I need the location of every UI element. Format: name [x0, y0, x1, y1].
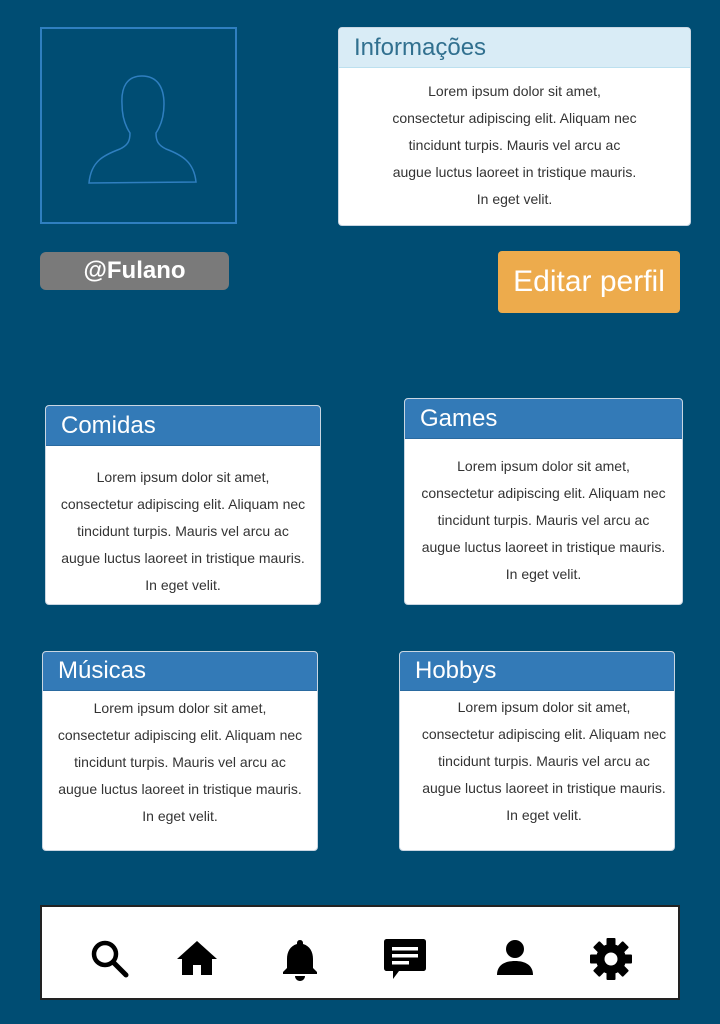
info-line: augue luctus laoreet in tristique mauris… — [392, 164, 637, 180]
panel-line: augue luctus laoreet in tristique mauris… — [58, 781, 302, 797]
bell-icon[interactable] — [278, 937, 322, 981]
panel-line: In eget velit. — [145, 577, 221, 593]
panel-line: consectetur adipiscing elit. Aliquam nec — [421, 726, 667, 742]
info-line: In eget velit. — [476, 191, 553, 207]
info-panel: Informações Lorem ipsum dolor sit amet, … — [338, 27, 691, 226]
info-line: Lorem ipsum dolor sit amet, — [428, 83, 601, 99]
panel-title: Comidas — [46, 406, 320, 446]
panel-line: Lorem ipsum dolor sit amet, — [457, 699, 631, 715]
panel-line: Lorem ipsum dolor sit amet, — [93, 700, 267, 716]
panel-line: consectetur adipiscing elit. Aliquam nec — [421, 485, 666, 501]
panel-hobbys: Hobbys Lorem ipsum dolor sit amet, conse… — [399, 651, 675, 851]
panel-line: tincidunt turpis. Mauris vel arcu ac — [77, 523, 289, 539]
panel-body: Lorem ipsum dolor sit amet, consectetur … — [43, 691, 317, 830]
panel-line: consectetur adipiscing elit. Aliquam nec — [60, 496, 306, 512]
bottom-nav-bar — [40, 905, 680, 1000]
panel-body: Lorem ipsum dolor sit amet, consectetur … — [405, 439, 682, 588]
info-panel-body: Lorem ipsum dolor sit amet, consectetur … — [339, 68, 690, 213]
panel-games: Games Lorem ipsum dolor sit amet, consec… — [404, 398, 683, 605]
panel-line: augue luctus laoreet in tristique mauris… — [421, 539, 666, 555]
info-panel-title: Informações — [339, 28, 690, 68]
panel-title: Músicas — [43, 652, 317, 691]
panel-line: tincidunt turpis. Mauris vel arcu ac — [74, 754, 286, 770]
info-line: tincidunt turpis. Mauris vel arcu ac — [408, 137, 621, 153]
panel-comidas: Comidas Lorem ipsum dolor sit amet, cons… — [45, 405, 321, 605]
panel-line: augue luctus laoreet in tristique mauris… — [61, 550, 305, 566]
search-icon[interactable] — [88, 937, 132, 981]
panel-line: In eget velit. — [142, 808, 218, 824]
user-silhouette-icon — [88, 75, 197, 184]
panel-line: tincidunt turpis. Mauris vel arcu ac — [438, 753, 650, 769]
username-badge: @Fulano — [40, 252, 229, 290]
panel-line: Lorem ipsum dolor sit amet, — [96, 469, 270, 485]
panel-musicas: Músicas Lorem ipsum dolor sit amet, cons… — [42, 651, 318, 851]
panel-body: Lorem ipsum dolor sit amet, consectetur … — [46, 446, 320, 599]
panel-line: consectetur adipiscing elit. Aliquam nec — [57, 727, 303, 743]
panel-line: augue luctus laoreet in tristique mauris… — [422, 780, 666, 796]
panel-title: Hobbys — [400, 652, 674, 691]
info-line: consectetur adipiscing elit. Aliquam nec — [392, 110, 637, 126]
home-icon[interactable] — [175, 937, 219, 981]
user-icon[interactable] — [493, 937, 537, 981]
panel-body: Lorem ipsum dolor sit amet, consectetur … — [400, 691, 674, 829]
panel-line: tincidunt turpis. Mauris vel arcu ac — [437, 512, 650, 528]
panel-line: In eget velit. — [505, 566, 582, 582]
chat-icon[interactable] — [383, 937, 427, 981]
profile-picture[interactable] — [40, 27, 237, 224]
edit-profile-button[interactable]: Editar perfil — [498, 251, 680, 313]
panel-line: In eget velit. — [506, 807, 582, 823]
panel-line: Lorem ipsum dolor sit amet, — [457, 458, 630, 474]
panel-title: Games — [405, 399, 682, 439]
gear-icon[interactable] — [589, 937, 633, 981]
